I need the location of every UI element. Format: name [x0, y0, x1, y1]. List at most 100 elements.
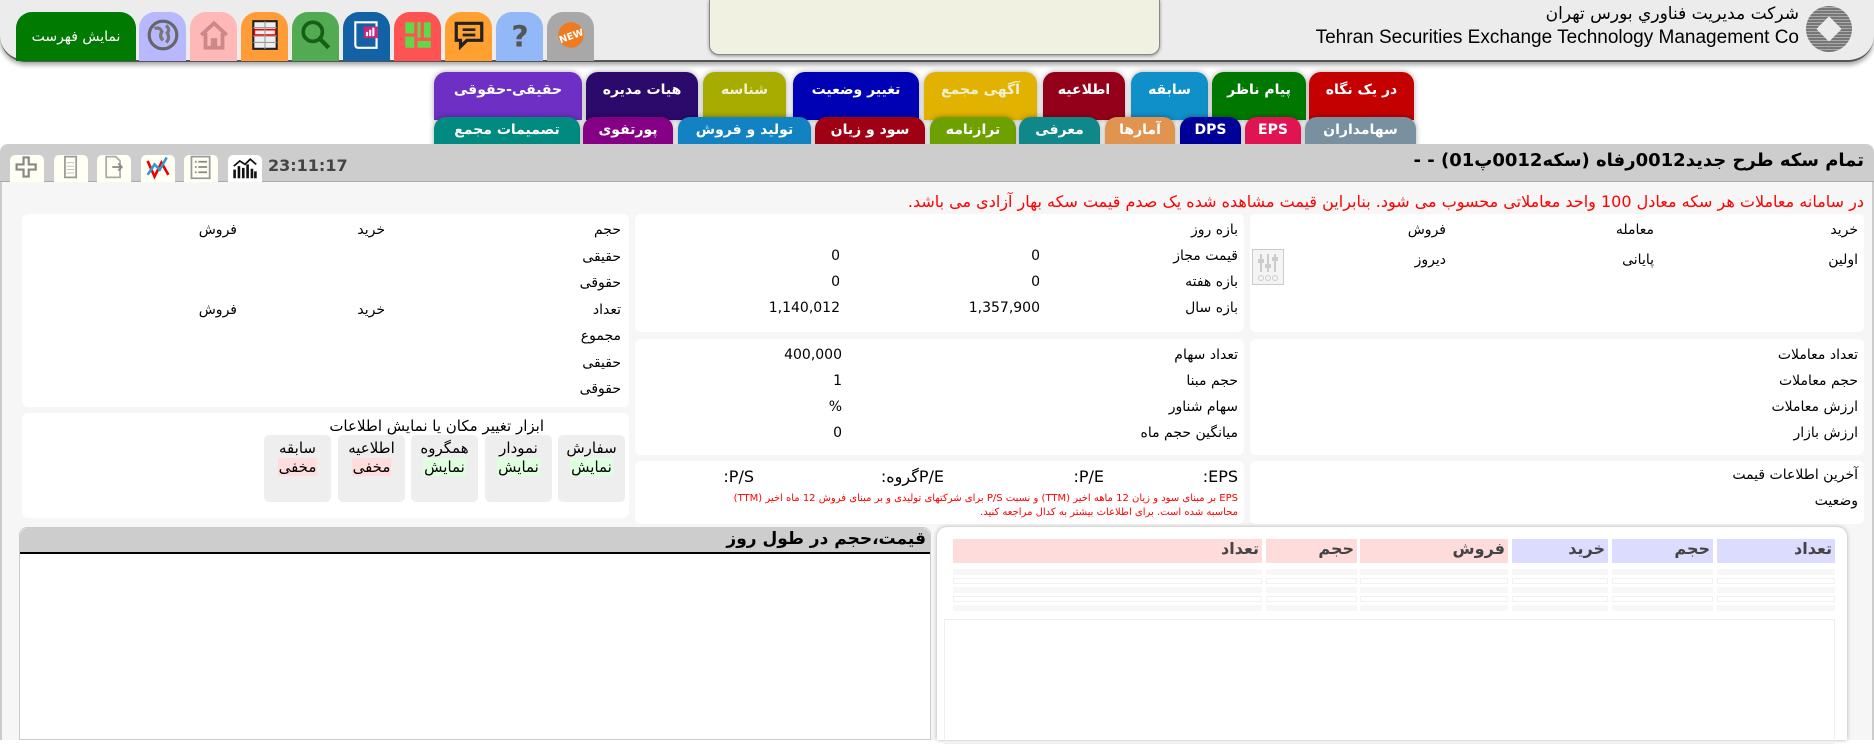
tab-3[interactable]: شناسه [703, 72, 786, 120]
tab-1[interactable]: حقیقی-حقوقی [434, 72, 582, 120]
orderbook-cell [953, 596, 1262, 602]
globe-icon [146, 18, 180, 56]
globe-button[interactable] [139, 12, 186, 61]
market-chart-button[interactable] [227, 154, 262, 184]
share-value: % [828, 399, 842, 415]
orderbook-cell [1717, 578, 1835, 584]
toggle-state: مخفی [277, 458, 318, 476]
market-chart-icon [231, 154, 259, 184]
orderbook-cell [1266, 587, 1357, 593]
share-value: 0 [833, 425, 842, 441]
client-sell: فروش [198, 301, 237, 318]
tab-6[interactable]: اطلاعیه [1043, 72, 1125, 120]
show-menu-button[interactable]: نمایش فهرست [16, 12, 136, 61]
tab-row2-1[interactable]: تصمیمات مجمع [434, 117, 580, 147]
tab-8[interactable]: پیام ناظر [1212, 72, 1306, 120]
tab-row2-4[interactable]: سود و زیان [815, 117, 925, 147]
share-label: تعداد سهام [1174, 347, 1238, 363]
tab-row2-8[interactable]: DPS [1180, 117, 1241, 147]
orderbook-panel: تعداد حجم خرید فروش حجم تعداد [937, 527, 1847, 744]
home-button[interactable] [190, 12, 237, 61]
eps-label: EPS: [1202, 467, 1238, 486]
orderbook-header-sell: حجم [1266, 539, 1357, 563]
tab-row2-5[interactable]: ترازنامه [930, 117, 1016, 147]
tab-row2-2[interactable]: پورتفوی [583, 117, 673, 147]
export-button[interactable] [97, 155, 131, 182]
client-row-label: حجم [593, 222, 621, 238]
table-icon [248, 18, 282, 56]
orderbook-body [944, 619, 1835, 744]
toggle-label: اطلاعیه [348, 439, 395, 457]
chat-button[interactable] [445, 12, 492, 61]
grid-layout-button[interactable] [394, 12, 441, 61]
chart-compare-button[interactable] [140, 154, 175, 184]
app-header: شرکت مدیریت فناوري بورس تهران Tehran Sec… [0, 0, 1874, 62]
orderbook-cell [953, 578, 1262, 584]
header-buy: خرید [1830, 222, 1858, 238]
share-label: میانگین حجم ماه [1140, 425, 1238, 441]
tab-5[interactable]: آگهی مجمع [924, 72, 1037, 120]
tab-9[interactable]: در یک نگاه [1309, 72, 1414, 120]
orderbook-cell [1717, 596, 1835, 602]
trade-stat-label: تعداد معاملات [1777, 347, 1858, 363]
range-label: بازه سال [1185, 300, 1238, 316]
range-label: بازه روز [1191, 222, 1238, 238]
list-icon [187, 154, 215, 184]
orderbook-cell [1266, 578, 1357, 584]
toggle-3[interactable]: همگروه نمایش [411, 435, 478, 502]
orderbook-cell [1360, 596, 1508, 602]
clock: 23:11:17 [268, 156, 348, 175]
tab-row2-6[interactable]: معرفی [1019, 117, 1100, 147]
calculator-button[interactable] [53, 155, 88, 182]
toggle-state: نمایش [423, 458, 466, 476]
orderbook-cell [953, 605, 1262, 611]
report-book-button[interactable] [343, 12, 390, 61]
tab-row2-3[interactable]: تولید و فروش [678, 117, 811, 147]
home-icon [197, 18, 231, 56]
client-sell: فروش [198, 222, 237, 238]
tab-row2-9[interactable]: EPS [1245, 117, 1301, 147]
tab-7[interactable]: سابقه [1131, 72, 1208, 120]
client-row-label: تعداد [592, 301, 621, 318]
orderbook-cell [953, 569, 1262, 575]
share-value: 400,000 [784, 347, 842, 363]
tab-row2-10[interactable]: سهامداران [1305, 117, 1416, 147]
chat-icon [452, 18, 486, 56]
symbol-title: تمام سکه طرح جدید0012رفاه (سکه0012پ01) -… [1413, 150, 1864, 171]
table-button[interactable] [241, 12, 288, 61]
tab-2[interactable]: هیات مدیره [586, 72, 698, 120]
orderbook-cell [1512, 605, 1608, 611]
client-type-panel: حجم خرید فروش حقیقی حقوقی تعداد خرید فروش مجموع ح… [22, 214, 629, 407]
company-logo [1806, 6, 1852, 52]
orderbook-cell [1512, 578, 1608, 584]
search-button[interactable] [292, 12, 339, 61]
client-row-label: مجموع [580, 328, 621, 344]
orderbook-header-sell: فروش [1360, 539, 1508, 563]
add-icon [13, 154, 41, 184]
toggle-state: نمایش [570, 458, 613, 476]
help-button[interactable]: ? [496, 12, 543, 61]
range-value-low: 0 [1031, 274, 1040, 290]
company-name-fa: شرکت مدیریت فناوري بورس تهران [1545, 4, 1799, 24]
new-badge-button[interactable]: NEW [547, 12, 594, 61]
client-buy: خرید [357, 222, 385, 238]
toggle-4[interactable]: اطلاعیه مخفی [338, 435, 405, 502]
orderbook-cell [1360, 569, 1508, 575]
add-button[interactable] [10, 155, 44, 182]
orderbook-cell [1360, 587, 1508, 593]
chart-compare-icon [144, 154, 172, 184]
tab-row2-7[interactable]: آمارها [1105, 117, 1175, 147]
toggle-1[interactable]: سفارش نمایش [558, 435, 625, 502]
sliders-icon[interactable] [1252, 249, 1284, 285]
label-yesterday: دیروز [1414, 252, 1446, 268]
toggle-5[interactable]: سابقه مخفی [264, 435, 331, 502]
header-trade: معامله [1615, 222, 1654, 238]
group-pe-label: P/Eگروه: [880, 467, 944, 486]
toggle-2[interactable]: نمودار نمایش [485, 435, 552, 502]
orderbook-cell [1612, 569, 1713, 575]
list-button[interactable] [184, 155, 218, 182]
orderbook-header-buy: تعداد [1717, 539, 1835, 563]
tab-4[interactable]: تغییر وضعیت [793, 72, 919, 120]
toggle-label: نمودار [499, 439, 538, 457]
client-row-label: حقوقی [579, 275, 621, 291]
